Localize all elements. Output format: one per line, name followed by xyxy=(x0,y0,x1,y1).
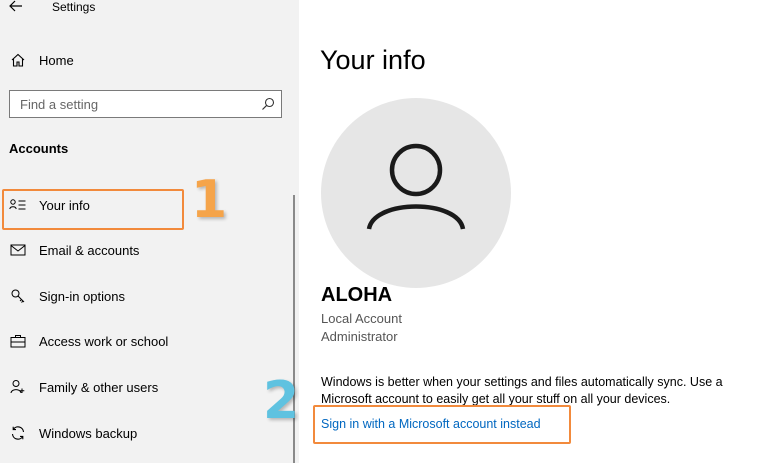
main-content: Your info ALOHA Local Account Administra… xyxy=(299,0,768,463)
home-icon xyxy=(9,52,27,68)
sidebar-item-windows-backup[interactable]: Windows backup xyxy=(0,413,290,453)
add-person-icon xyxy=(9,379,27,395)
account-role: Administrator xyxy=(321,329,398,344)
avatar[interactable] xyxy=(321,98,511,288)
sidebar-item-label: Windows backup xyxy=(39,425,138,441)
step-number-1: 1 xyxy=(191,170,228,230)
mail-icon xyxy=(9,242,27,258)
user-silhouette-icon xyxy=(366,143,466,230)
search-box[interactable] xyxy=(9,90,282,118)
sidebar-item-label: Email & accounts xyxy=(39,242,140,258)
sidebar-item-access-work[interactable]: Access work or school xyxy=(0,321,290,361)
window-title: Settings xyxy=(52,0,96,14)
sync-description: Windows is better when your settings and… xyxy=(321,375,723,406)
sidebar-item-label: Access work or school xyxy=(39,333,169,349)
section-heading: Accounts xyxy=(9,141,69,156)
user-name: ALOHA xyxy=(321,284,393,306)
page-title: Your info xyxy=(320,45,426,75)
sidebar-item-label: Sign-in options xyxy=(39,288,125,304)
account-type: Local Account xyxy=(321,311,402,326)
search-icon[interactable] xyxy=(261,97,275,111)
highlight-box-your-info xyxy=(2,189,184,230)
search-input[interactable] xyxy=(10,91,250,117)
key-icon xyxy=(9,288,27,304)
sync-icon xyxy=(9,425,27,441)
sidebar-item-sign-in-options[interactable]: Sign-in options xyxy=(0,276,290,316)
sidebar-item-label: Family & other users xyxy=(39,379,159,395)
step-number-2: 2 xyxy=(263,371,300,431)
sidebar-item-label: Home xyxy=(39,52,74,68)
sidebar-item-home[interactable]: Home xyxy=(0,40,290,80)
sidebar: Settings Home Accounts Your info Email &… xyxy=(0,0,299,463)
sidebar-item-family-users[interactable]: Family & other users xyxy=(0,367,290,407)
microsoft-signin-link[interactable]: Sign in with a Microsoft account instead xyxy=(321,417,541,431)
briefcase-icon xyxy=(9,333,27,349)
back-arrow-icon[interactable] xyxy=(8,0,24,14)
sidebar-item-email-accounts[interactable]: Email & accounts xyxy=(0,230,290,270)
